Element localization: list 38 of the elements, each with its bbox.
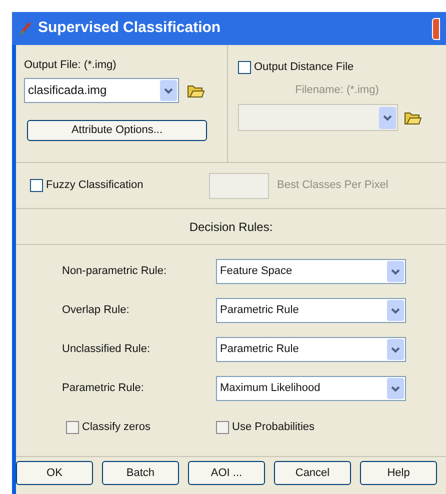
checkbox[interactable] xyxy=(216,420,229,434)
checkbox[interactable] xyxy=(66,420,79,434)
window-title: Supervised Classification xyxy=(38,18,222,38)
close-button[interactable] xyxy=(432,18,440,40)
checkbox-label: Use Probabilities xyxy=(232,420,315,435)
dialog-button[interactable]: AOI ... xyxy=(188,461,265,485)
section-heading: Decision Rules: xyxy=(189,218,273,236)
checkbox[interactable] xyxy=(238,60,251,74)
folder-icon[interactable] xyxy=(404,110,422,125)
field-label: Parametric Rule: xyxy=(62,381,145,396)
dropdown-icon xyxy=(387,378,404,399)
field-label: Output File: (*.img) xyxy=(24,58,118,73)
dropdown-icon xyxy=(387,261,404,282)
field-label: Filename: (*.img) xyxy=(295,82,379,98)
dropdown-icon xyxy=(160,80,177,100)
dialog-button[interactable]: Cancel xyxy=(274,461,351,485)
dropdown-icon xyxy=(387,339,404,360)
rule-combo[interactable]: Parametric Rule xyxy=(216,298,406,323)
rule-combo[interactable]: Parametric Rule xyxy=(216,337,406,362)
pencil-icon xyxy=(18,20,32,36)
dialog-button[interactable]: OK xyxy=(16,461,93,485)
checkbox-label: Classify zeros xyxy=(82,420,150,435)
dialog-button[interactable]: Help xyxy=(360,461,437,485)
checkbox-label: Fuzzy Classification xyxy=(46,178,144,194)
dialog-button[interactable]: Batch xyxy=(102,461,179,485)
dropdown-icon xyxy=(387,300,404,321)
output-file-combo[interactable]: clasificada.img xyxy=(24,78,179,102)
field-label: Best Classes Per Pixel xyxy=(277,178,388,194)
attribute-options-button[interactable]: Attribute Options... xyxy=(27,120,207,140)
folder-icon[interactable] xyxy=(187,82,205,98)
checkbox[interactable] xyxy=(30,179,43,192)
rule-combo[interactable]: Feature Space xyxy=(216,259,406,284)
checkbox-label: Output Distance File xyxy=(254,60,354,75)
field-label: Non-parametric Rule: xyxy=(62,264,168,280)
field-label: Unclassified Rule: xyxy=(62,342,152,358)
field-label: Overlap Rule: xyxy=(62,303,130,318)
rule-combo[interactable]: Maximum Likelihood xyxy=(216,376,406,401)
dropdown-icon xyxy=(379,106,396,128)
